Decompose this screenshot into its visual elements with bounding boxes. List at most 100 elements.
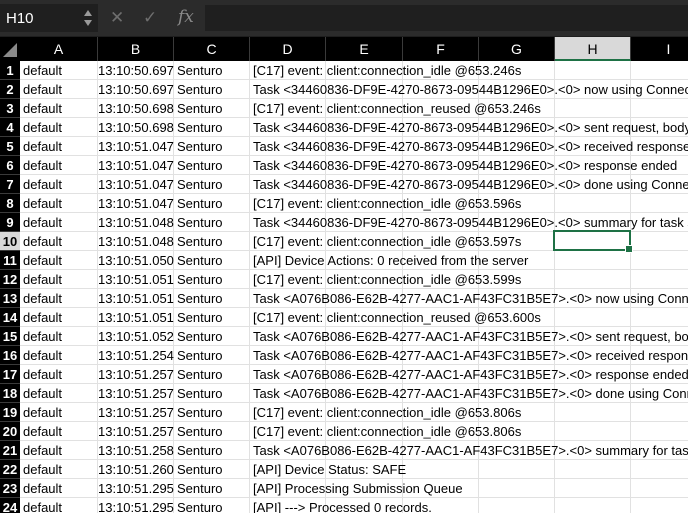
row-header-11[interactable]: 11: [0, 251, 20, 270]
cell-d2[interactable]: Task <34460836-DF9E-4270-8673-09544B1296…: [250, 80, 688, 99]
column-header-c[interactable]: C: [174, 37, 250, 61]
cell-b21[interactable]: 13:10:51.258: [98, 441, 174, 460]
cell-d8[interactable]: [C17] event: client:connection_idle @653…: [250, 194, 688, 213]
cell-a11[interactable]: default: [20, 251, 98, 270]
cell-b20[interactable]: 13:10:51.257: [98, 422, 174, 441]
cell-b24[interactable]: 13:10:51.295: [98, 498, 174, 513]
cell-b3[interactable]: 13:10:50.698: [98, 99, 174, 118]
cell-c4[interactable]: Senturo: [174, 118, 250, 137]
row-header-3[interactable]: 3: [0, 99, 20, 118]
cell-a13[interactable]: default: [20, 289, 98, 308]
row-header-1[interactable]: 1: [0, 61, 20, 80]
cell-a21[interactable]: default: [20, 441, 98, 460]
cell-c20[interactable]: Senturo: [174, 422, 250, 441]
cell-c3[interactable]: Senturo: [174, 99, 250, 118]
row-header-15[interactable]: 15: [0, 327, 20, 346]
cell-a14[interactable]: default: [20, 308, 98, 327]
cell-b8[interactable]: 13:10:51.047: [98, 194, 174, 213]
column-header-f[interactable]: F: [403, 37, 479, 61]
row-header-22[interactable]: 22: [0, 460, 20, 479]
cell-c13[interactable]: Senturo: [174, 289, 250, 308]
cell-b12[interactable]: 13:10:51.051: [98, 270, 174, 289]
enter-icon[interactable]: ✓: [143, 8, 157, 28]
row-header-4[interactable]: 4: [0, 118, 20, 137]
cell-c18[interactable]: Senturo: [174, 384, 250, 403]
row-header-18[interactable]: 18: [0, 384, 20, 403]
cell-d14[interactable]: [C17] event: client:connection_reused @6…: [250, 308, 688, 327]
cell-a4[interactable]: default: [20, 118, 98, 137]
cell-c5[interactable]: Senturo: [174, 137, 250, 156]
cell-a6[interactable]: default: [20, 156, 98, 175]
cell-c16[interactable]: Senturo: [174, 346, 250, 365]
cell-b16[interactable]: 13:10:51.254: [98, 346, 174, 365]
cell-a19[interactable]: default: [20, 403, 98, 422]
cell-d12[interactable]: [C17] event: client:connection_idle @653…: [250, 270, 688, 289]
cell-d15[interactable]: Task <A076B086-E62B-4277-AAC1-AF43FC31B5…: [250, 327, 688, 346]
cell-c7[interactable]: Senturo: [174, 175, 250, 194]
column-header-i[interactable]: I: [631, 37, 688, 61]
cell-c8[interactable]: Senturo: [174, 194, 250, 213]
cell-area[interactable]: default 13:10:50.697 Senturo [C17] event: c…: [20, 61, 688, 513]
row-header-12[interactable]: 12: [0, 270, 20, 289]
cell-a24[interactable]: default: [20, 498, 98, 513]
cell-b4[interactable]: 13:10:50.698: [98, 118, 174, 137]
cell-c21[interactable]: Senturo: [174, 441, 250, 460]
cell-b1[interactable]: 13:10:50.697: [98, 61, 174, 80]
row-header-14[interactable]: 14: [0, 308, 20, 327]
cell-d19[interactable]: [C17] event: client:connection_idle @653…: [250, 403, 688, 422]
row-header-9[interactable]: 9: [0, 213, 20, 232]
cell-d13[interactable]: Task <A076B086-E62B-4277-AAC1-AF43FC31B5…: [250, 289, 688, 308]
cell-b17[interactable]: 13:10:51.257: [98, 365, 174, 384]
cell-d22[interactable]: [API] Device Status: SAFE: [250, 460, 688, 479]
cell-b14[interactable]: 13:10:51.051: [98, 308, 174, 327]
row-header-13[interactable]: 13: [0, 289, 20, 308]
cell-a7[interactable]: default: [20, 175, 98, 194]
cell-b13[interactable]: 13:10:51.051: [98, 289, 174, 308]
cell-a18[interactable]: default: [20, 384, 98, 403]
row-header-17[interactable]: 17: [0, 365, 20, 384]
formula-input[interactable]: [205, 5, 688, 31]
cell-b15[interactable]: 13:10:51.052: [98, 327, 174, 346]
cell-a16[interactable]: default: [20, 346, 98, 365]
cell-b2[interactable]: 13:10:50.697: [98, 80, 174, 99]
cell-c14[interactable]: Senturo: [174, 308, 250, 327]
cell-c6[interactable]: Senturo: [174, 156, 250, 175]
cell-a2[interactable]: default: [20, 80, 98, 99]
cell-a12[interactable]: default: [20, 270, 98, 289]
cell-c11[interactable]: Senturo: [174, 251, 250, 270]
row-header-10[interactable]: 10: [0, 232, 20, 251]
cell-d20[interactable]: [C17] event: client:connection_idle @653…: [250, 422, 688, 441]
cell-b5[interactable]: 13:10:51.047: [98, 137, 174, 156]
row-header-23[interactable]: 23: [0, 479, 20, 498]
cell-a8[interactable]: default: [20, 194, 98, 213]
cell-b19[interactable]: 13:10:51.257: [98, 403, 174, 422]
cell-a10[interactable]: default: [20, 232, 98, 251]
column-header-b[interactable]: B: [98, 37, 174, 61]
cell-c23[interactable]: Senturo: [174, 479, 250, 498]
cell-a17[interactable]: default: [20, 365, 98, 384]
row-header-5[interactable]: 5: [0, 137, 20, 156]
cell-d18[interactable]: Task <A076B086-E62B-4277-AAC1-AF43FC31B5…: [250, 384, 688, 403]
cell-d1[interactable]: [C17] event: client:connection_idle @653…: [250, 61, 688, 80]
cell-a3[interactable]: default: [20, 99, 98, 118]
cell-a1[interactable]: default: [20, 61, 98, 80]
cell-a15[interactable]: default: [20, 327, 98, 346]
column-header-d[interactable]: D: [250, 37, 326, 61]
cell-b23[interactable]: 13:10:51.295: [98, 479, 174, 498]
row-header-8[interactable]: 8: [0, 194, 20, 213]
cell-b11[interactable]: 13:10:51.050: [98, 251, 174, 270]
row-header-19[interactable]: 19: [0, 403, 20, 422]
cell-c22[interactable]: Senturo: [174, 460, 250, 479]
cell-c10[interactable]: Senturo: [174, 232, 250, 251]
cell-d4[interactable]: Task <34460836-DF9E-4270-8673-09544B1296…: [250, 118, 688, 137]
cell-a20[interactable]: default: [20, 422, 98, 441]
cell-c17[interactable]: Senturo: [174, 365, 250, 384]
fill-handle[interactable]: [625, 245, 633, 253]
cell-a22[interactable]: default: [20, 460, 98, 479]
cell-c19[interactable]: Senturo: [174, 403, 250, 422]
cell-d3[interactable]: [C17] event: client:connection_reused @6…: [250, 99, 688, 118]
cell-b18[interactable]: 13:10:51.257: [98, 384, 174, 403]
row-header-2[interactable]: 2: [0, 80, 20, 99]
column-header-a[interactable]: A: [20, 37, 98, 61]
cell-d5[interactable]: Task <34460836-DF9E-4270-8673-09544B1296…: [250, 137, 688, 156]
